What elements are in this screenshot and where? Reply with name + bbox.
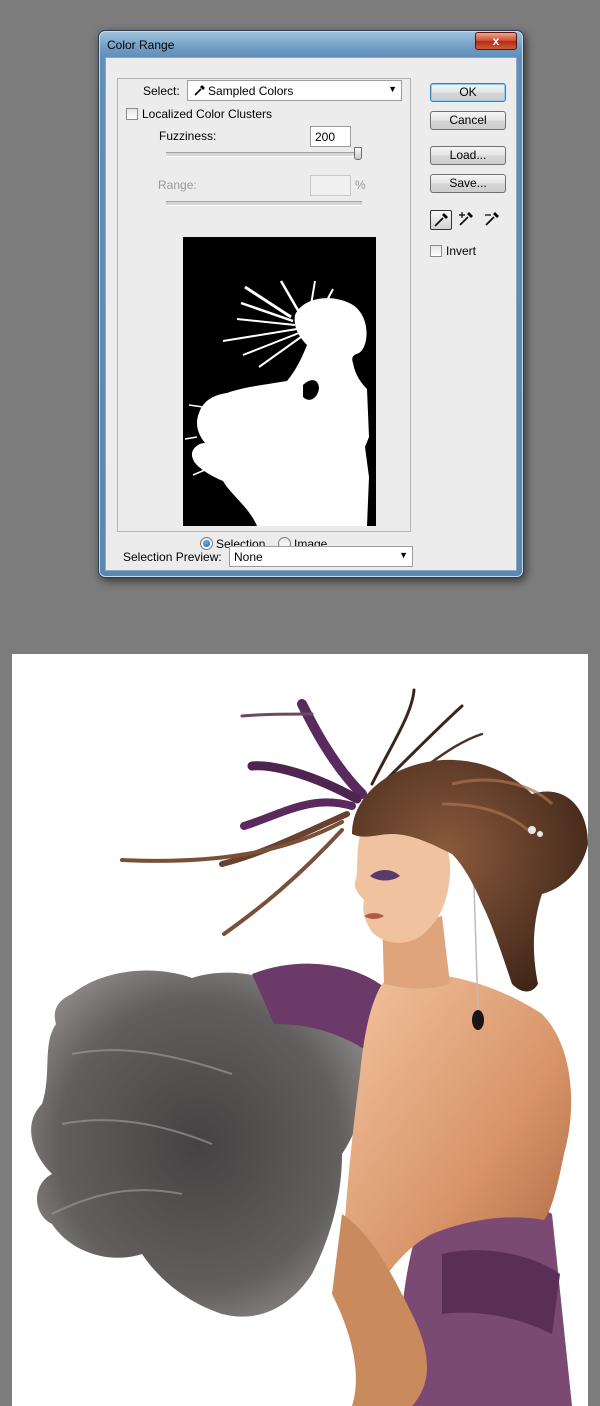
fuzziness-input[interactable]: 200 [310,126,351,147]
options-group: Select: Sampled Colors ▼ Localized Color… [117,78,411,551]
range-unit: % [355,178,366,192]
range-label: Range: [158,178,197,192]
selection-preview-dropdown[interactable]: None ▼ [229,546,413,567]
color-range-dialog: Color Range x Select: Sampled Colors ▼ L… [98,30,524,578]
select-label: Select: [143,84,180,98]
dialog-title: Color Range [107,38,175,52]
selection-preview-image [183,237,376,526]
save-button[interactable]: Save... [430,174,506,193]
add-to-sample-tool[interactable] [456,210,478,230]
selection-preview-value: None [234,550,263,564]
range-slider-track[interactable] [166,201,362,206]
woman-photo-illustration [31,688,588,1406]
radio-selection[interactable] [200,537,213,550]
chevron-down-icon: ▼ [388,84,397,94]
photo-canvas [12,654,588,1406]
eyedropper-icon [194,85,205,96]
eyedropper-icon [434,213,448,227]
localized-clusters-checkbox[interactable] [126,108,138,120]
ok-button[interactable]: OK [430,83,506,102]
fuzziness-slider-thumb[interactable] [354,147,362,160]
localized-clusters-label: Localized Color Clusters [142,107,273,121]
title-bar[interactable]: Color Range x [99,31,523,57]
select-dropdown[interactable]: Sampled Colors ▼ [187,80,402,101]
fuzziness-slider-track[interactable] [166,152,362,157]
chevron-down-icon: ▼ [399,550,408,560]
load-button[interactable]: Load... [430,146,506,165]
subtract-from-sample-tool[interactable] [482,210,504,230]
cancel-button[interactable]: Cancel [430,111,506,130]
fuzziness-value: 200 [315,130,336,144]
close-button[interactable]: x [475,32,517,50]
range-input[interactable] [310,175,351,196]
eyedropper-tool[interactable] [430,210,452,230]
select-value: Sampled Colors [208,84,294,98]
dialog-client-area: Select: Sampled Colors ▼ Localized Color… [105,57,517,571]
eyedropper-minus-icon [485,212,499,226]
fuzziness-label: Fuzziness: [159,129,217,143]
invert-label: Invert [446,244,477,258]
eyedropper-plus-icon [459,212,473,226]
close-icon: x [492,34,500,48]
selection-preview-label: Selection Preview: [123,550,222,564]
invert-checkbox[interactable] [430,245,442,257]
selection-mask-silhouette [184,280,369,526]
